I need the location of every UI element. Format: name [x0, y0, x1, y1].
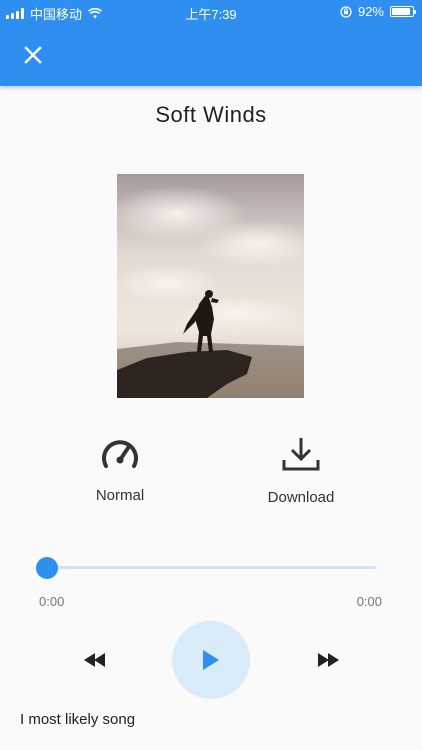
rewind-button[interactable] — [80, 648, 110, 672]
slider-track — [46, 566, 376, 569]
song-title: Soft Winds — [155, 102, 267, 127]
battery-percent: 92% — [357, 4, 384, 19]
app-bar — [0, 24, 422, 86]
rewind-icon — [84, 653, 105, 667]
download-icon — [282, 438, 320, 471]
play-icon — [203, 650, 219, 670]
close-button[interactable] — [16, 38, 50, 72]
duration-time: 0:00 — [356, 594, 382, 609]
download-label: Download — [267, 489, 335, 506]
fast-forward-icon — [318, 653, 339, 667]
slider-thumb[interactable] — [36, 557, 58, 579]
lyric-line: I most likely song — [20, 711, 136, 728]
speed-label: Normal — [95, 487, 145, 504]
speed-button[interactable]: Normal — [60, 436, 180, 504]
battery-fill — [392, 8, 410, 15]
download-button[interactable]: Download — [241, 436, 361, 506]
cover-image — [117, 174, 304, 398]
album-cover — [117, 174, 304, 398]
battery-icon — [390, 6, 416, 17]
fast-forward-button[interactable] — [313, 648, 343, 672]
play-button[interactable] — [172, 621, 250, 699]
status-bar: 中国移动 上午7:39 92% — [0, 0, 422, 24]
progress-slider[interactable] — [36, 557, 376, 579]
speedometer-icon — [102, 440, 138, 468]
status-right: 92% — [340, 4, 416, 19]
orientation-lock-icon — [340, 5, 352, 18]
close-icon — [24, 46, 42, 64]
current-time: 0:00 — [39, 594, 65, 609]
